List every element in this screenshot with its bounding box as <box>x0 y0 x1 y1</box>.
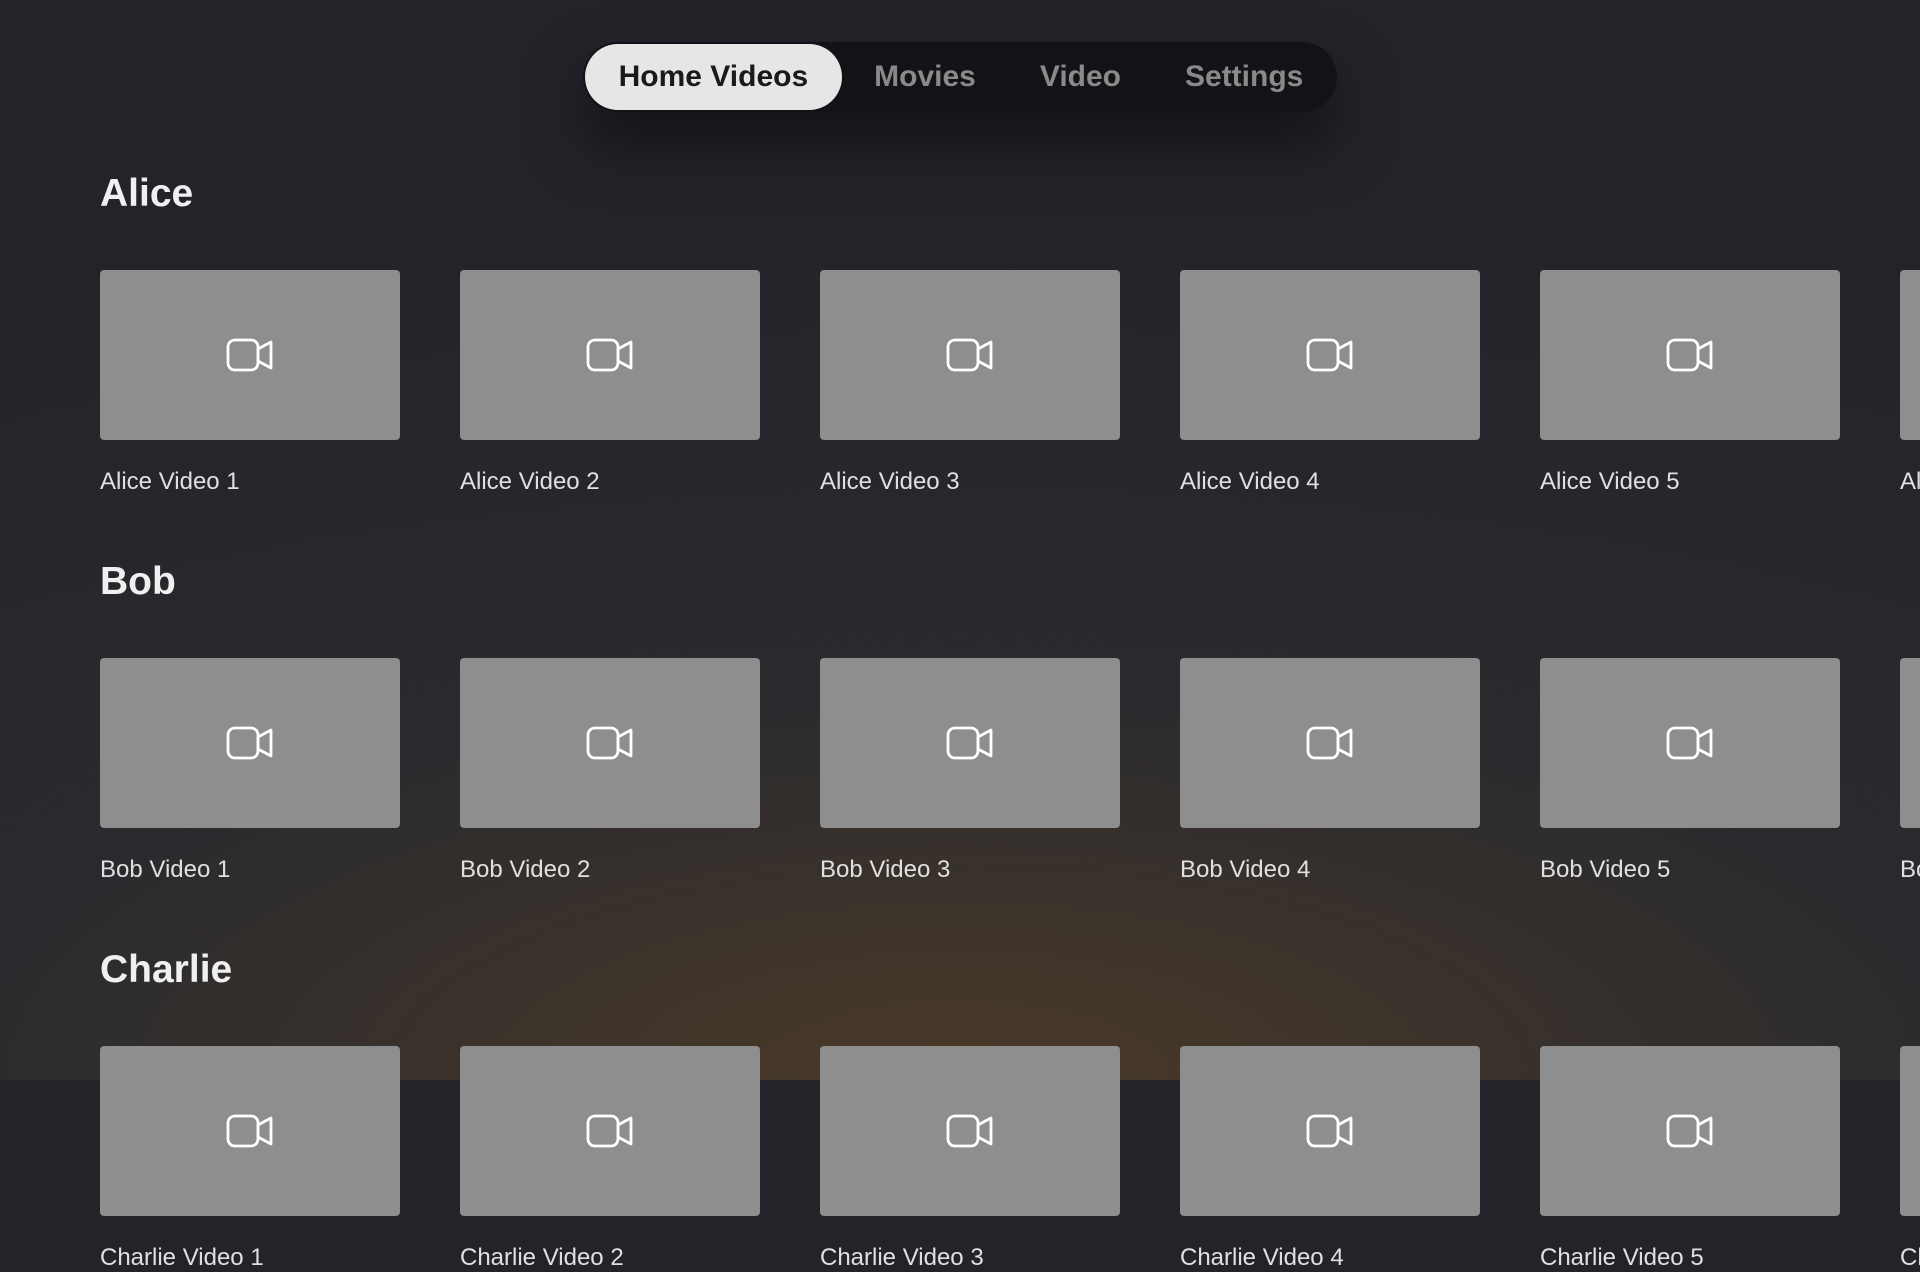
video-title: Charlie Video 3 <box>820 1244 1120 1272</box>
video-thumbnail[interactable] <box>820 1046 1120 1216</box>
video-thumbnail[interactable] <box>820 658 1120 828</box>
video-icon <box>1666 724 1714 762</box>
tab-bar: Home Videos Movies Video Settings <box>583 42 1338 112</box>
video-icon <box>226 336 274 374</box>
video-thumbnail[interactable] <box>1180 1046 1480 1216</box>
video-icon <box>586 1112 634 1150</box>
tab-label: Video <box>1040 60 1121 93</box>
video-icon <box>1306 336 1354 374</box>
video-title: Alice Video 2 <box>460 468 760 496</box>
video-tile[interactable]: Bob Video 2 <box>460 658 760 884</box>
video-icon <box>586 724 634 762</box>
video-thumbnail[interactable] <box>100 270 400 440</box>
video-thumbnail[interactable] <box>460 1046 760 1216</box>
content-area: Alice Alice Video 1 Alice Video 2 <box>0 112 1920 1272</box>
video-thumbnail[interactable] <box>1900 270 1920 440</box>
video-thumbnail[interactable] <box>1180 658 1480 828</box>
video-title: Charlie Video 6 <box>1900 1244 1920 1272</box>
video-tile[interactable]: Alice Video 5 <box>1540 270 1840 496</box>
video-title: Alice Video 6 <box>1900 468 1920 496</box>
section-title: Bob <box>0 560 1920 604</box>
video-tile[interactable]: Bob Video 5 <box>1540 658 1840 884</box>
video-tile[interactable]: Alice Video 3 <box>820 270 1120 496</box>
video-thumbnail[interactable] <box>460 270 760 440</box>
section-bob: Bob Bob Video 1 Bob Video 2 <box>0 560 1920 884</box>
video-icon <box>1666 336 1714 374</box>
top-nav-container: Home Videos Movies Video Settings <box>0 0 1920 112</box>
video-icon <box>226 724 274 762</box>
video-icon <box>1666 1112 1714 1150</box>
tab-settings[interactable]: Settings <box>1153 44 1335 110</box>
video-title: Bob Video 2 <box>460 856 760 884</box>
video-thumbnail[interactable] <box>460 658 760 828</box>
video-title: Charlie Video 1 <box>100 1244 400 1272</box>
video-icon <box>946 1112 994 1150</box>
video-title: Charlie Video 5 <box>1540 1244 1840 1272</box>
video-icon <box>586 336 634 374</box>
section-alice: Alice Alice Video 1 Alice Video 2 <box>0 172 1920 496</box>
video-title: Charlie Video 4 <box>1180 1244 1480 1272</box>
video-icon <box>946 724 994 762</box>
section-title: Charlie <box>0 948 1920 992</box>
tab-label: Movies <box>874 60 976 93</box>
video-title: Bob Video 5 <box>1540 856 1840 884</box>
video-title: Alice Video 4 <box>1180 468 1480 496</box>
tab-video[interactable]: Video <box>1008 44 1153 110</box>
section-title: Alice <box>0 172 1920 216</box>
tab-label: Settings <box>1185 60 1303 93</box>
video-title: Alice Video 5 <box>1540 468 1840 496</box>
video-thumbnail[interactable] <box>1900 1046 1920 1216</box>
video-title: Bob Video 1 <box>100 856 400 884</box>
tab-label: Home Videos <box>619 60 809 93</box>
video-tile[interactable]: Alice Video 2 <box>460 270 760 496</box>
video-thumbnail[interactable] <box>1540 1046 1840 1216</box>
video-title: Bob Video 6 <box>1900 856 1920 884</box>
video-thumbnail[interactable] <box>1180 270 1480 440</box>
video-icon <box>946 336 994 374</box>
video-title: Bob Video 3 <box>820 856 1120 884</box>
video-thumbnail[interactable] <box>820 270 1120 440</box>
video-row[interactable]: Alice Video 1 Alice Video 2 Alice Video … <box>0 270 1920 496</box>
video-title: Bob Video 4 <box>1180 856 1480 884</box>
video-thumbnail[interactable] <box>1540 270 1840 440</box>
video-thumbnail[interactable] <box>1540 658 1840 828</box>
video-thumbnail[interactable] <box>100 658 400 828</box>
video-tile[interactable]: Alice Video 1 <box>100 270 400 496</box>
video-icon <box>226 1112 274 1150</box>
video-thumbnail[interactable] <box>1900 658 1920 828</box>
video-tile[interactable]: Alice Video 6 <box>1900 270 1920 496</box>
tab-home-videos[interactable]: Home Videos <box>585 44 843 110</box>
video-title: Charlie Video 2 <box>460 1244 760 1272</box>
video-row[interactable]: Bob Video 1 Bob Video 2 Bob Video 3 <box>0 658 1920 884</box>
video-title: Alice Video 1 <box>100 468 400 496</box>
video-tile[interactable]: Bob Video 1 <box>100 658 400 884</box>
video-icon <box>1306 1112 1354 1150</box>
video-icon <box>1306 724 1354 762</box>
video-tile[interactable]: Bob Video 4 <box>1180 658 1480 884</box>
video-tile[interactable]: Bob Video 6 <box>1900 658 1920 884</box>
section-charlie: Charlie Charlie Video 1 Charlie Video 2 <box>0 948 1920 1272</box>
video-thumbnail[interactable] <box>100 1046 400 1216</box>
video-tile[interactable]: Bob Video 3 <box>820 658 1120 884</box>
video-title: Alice Video 3 <box>820 468 1120 496</box>
video-tile[interactable]: Alice Video 4 <box>1180 270 1480 496</box>
tab-movies[interactable]: Movies <box>842 44 1008 110</box>
